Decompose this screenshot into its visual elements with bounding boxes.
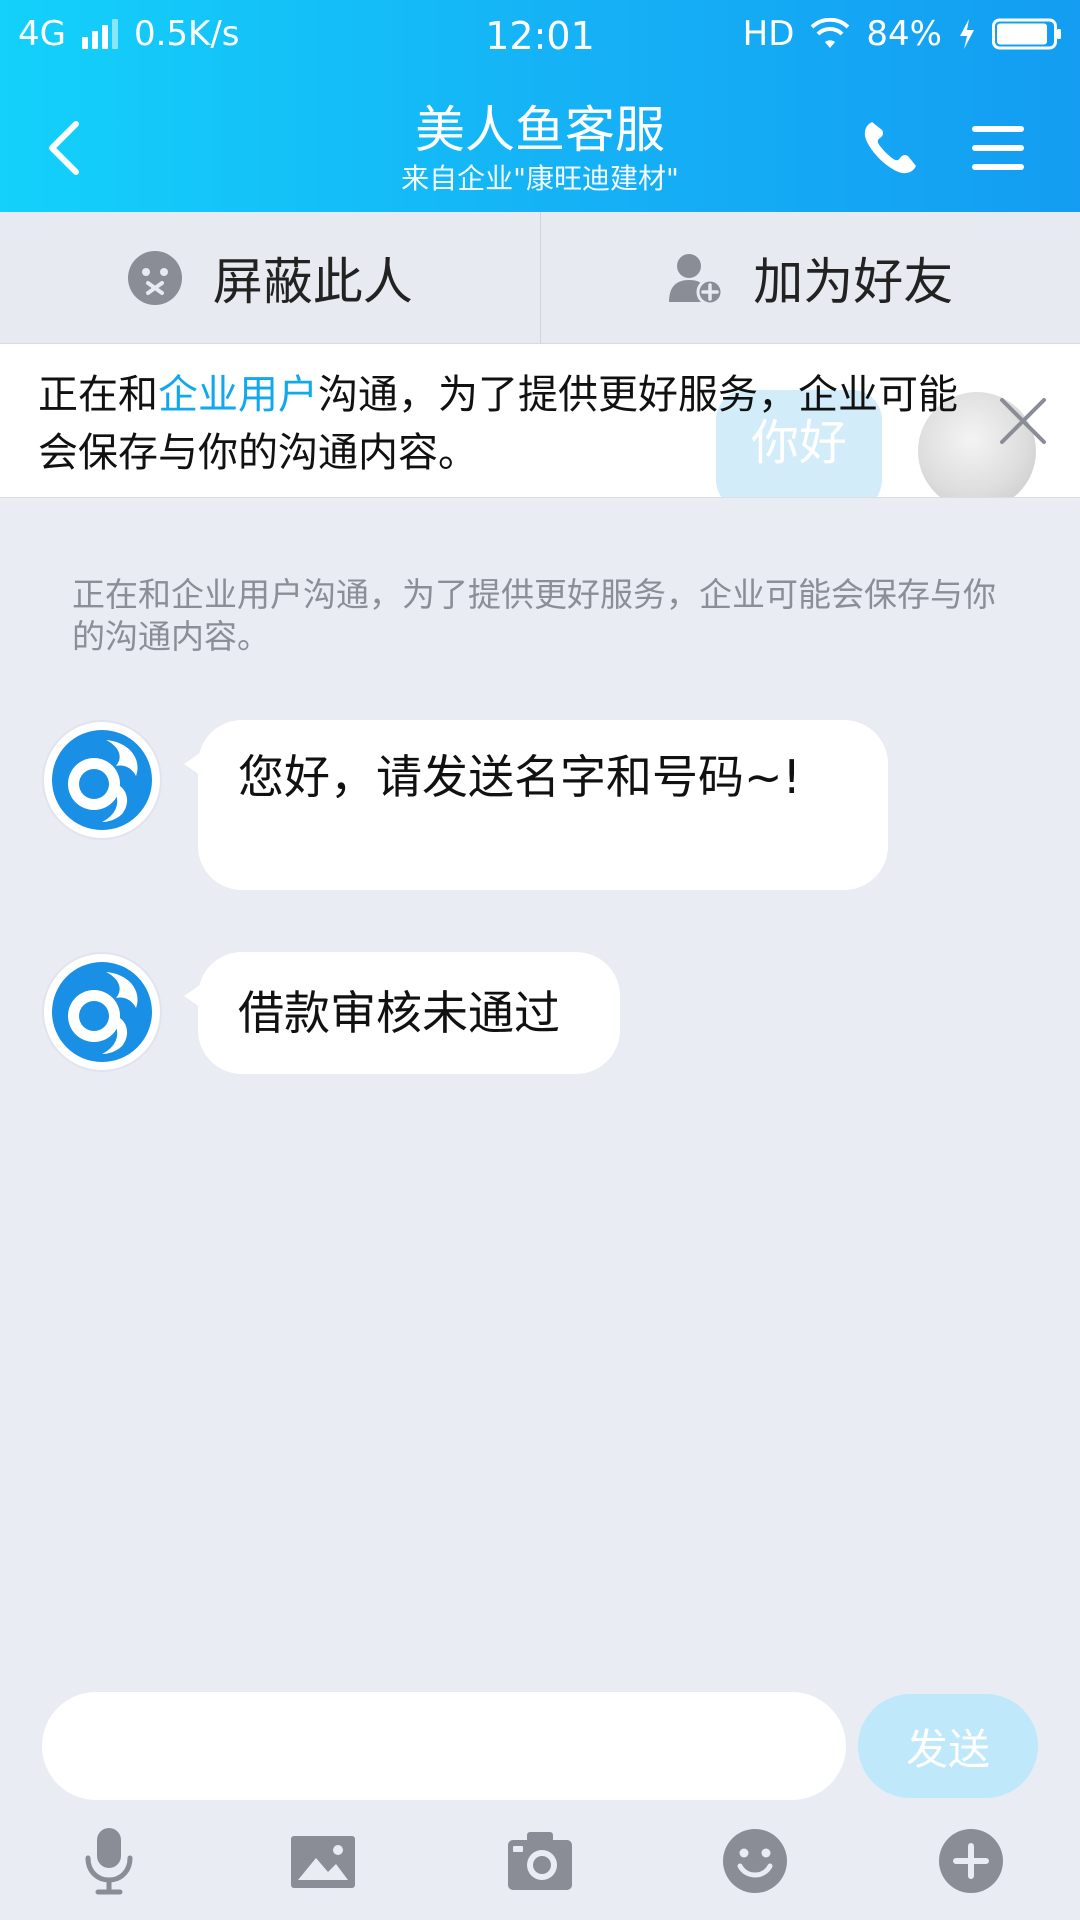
camera-icon	[508, 1832, 572, 1890]
emoji-button[interactable]	[720, 1826, 790, 1896]
emoji-icon	[723, 1829, 787, 1893]
message-bubble[interactable]: 借款审核未通过	[184, 952, 620, 1074]
title-bar: 美人鱼客服 来自企业"康旺迪建材"	[0, 90, 1080, 212]
avatar[interactable]	[44, 954, 160, 1070]
camera-button[interactable]	[505, 1826, 575, 1896]
charging-icon	[960, 19, 974, 49]
image-button[interactable]	[288, 1826, 358, 1896]
block-user-label: 屏蔽此人	[212, 252, 413, 311]
system-message: 正在和企业用户沟通，为了提供更好服务，企业可能会保存与你的沟通内容。	[72, 575, 996, 656]
header: 4G 0.5K/s 12:01 HD 84% 美人鱼客服 来自企业"康旺迪建材"	[0, 0, 1080, 212]
add-friend-button[interactable]: 加为好友	[539, 212, 1080, 343]
menu-icon[interactable]	[970, 120, 1026, 176]
message-input[interactable]	[42, 1692, 846, 1800]
block-user-button[interactable]: 屏蔽此人	[0, 212, 540, 343]
avatar[interactable]	[44, 722, 160, 838]
input-toolbar	[0, 1820, 1080, 1920]
block-face-icon	[127, 250, 182, 305]
agent-logo-icon	[46, 956, 158, 1068]
message-bubble[interactable]: 您好，请发送名字和号码~!	[184, 720, 888, 890]
agent-logo-icon	[46, 724, 158, 836]
plus-icon	[939, 1829, 1003, 1893]
status-bar: 4G 0.5K/s 12:01 HD 84%	[0, 0, 1080, 76]
notice-prefix: 正在和	[38, 372, 158, 418]
close-icon[interactable]	[998, 396, 1048, 446]
send-button[interactable]: 发送	[858, 1694, 1038, 1798]
more-button[interactable]	[936, 1826, 1006, 1896]
hd-indicator: HD	[742, 14, 795, 54]
voice-button[interactable]	[74, 1826, 144, 1896]
microphone-icon	[85, 1828, 133, 1895]
add-friend-icon	[669, 253, 724, 305]
battery-icon	[992, 18, 1061, 50]
image-icon	[291, 1836, 355, 1888]
notice-text: 正在和企业用户沟通，为了提供更好服务，企业可能会保存与你的沟通内容。	[38, 366, 968, 482]
privacy-notice: 你好 正在和企业用户沟通，为了提供更好服务，企业可能会保存与你的沟通内容。	[0, 344, 1080, 498]
phone-icon[interactable]	[858, 116, 922, 180]
wifi-icon	[811, 18, 850, 48]
add-friend-label: 加为好友	[753, 252, 954, 311]
action-bar: 屏蔽此人 加为好友	[0, 212, 1080, 344]
notice-highlight-link[interactable]: 企业用户	[158, 372, 318, 418]
battery-percent: 84%	[866, 14, 942, 54]
